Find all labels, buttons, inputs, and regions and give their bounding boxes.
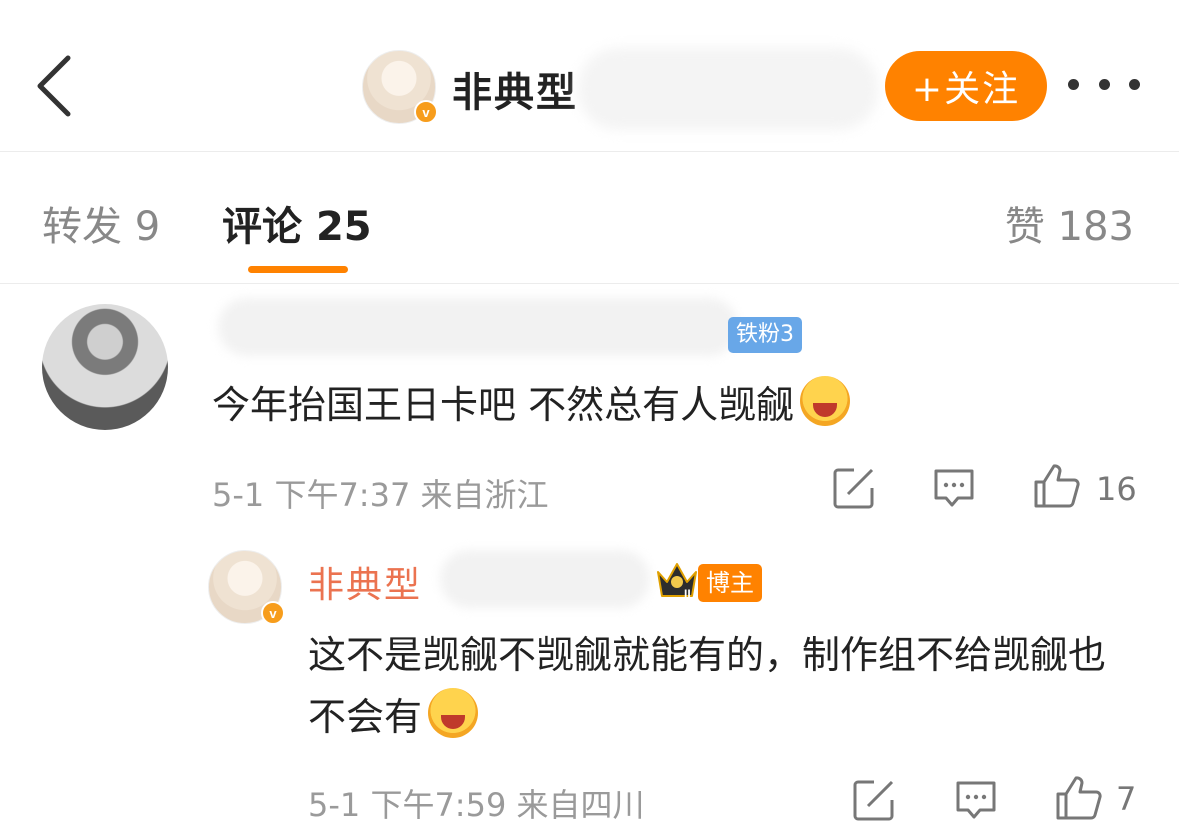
tears-of-joy-emoji-icon (428, 688, 479, 738)
comment-body: 今年抬国王日卡吧 不然总有人觊觎 (212, 383, 795, 427)
tab-label: 赞 (1004, 204, 1045, 250)
tab-reposts[interactable]: 转发 9 (42, 194, 160, 252)
like-count: 16 (1096, 470, 1137, 508)
comment-icon[interactable] (954, 778, 998, 826)
fan-level-badge: 铁粉3 (728, 317, 802, 353)
verified-icon: v (261, 601, 285, 625)
tab-count: 25 (315, 204, 372, 250)
back-button[interactable] (30, 52, 82, 120)
comment-time: 5-1 下午7:37 (212, 476, 411, 514)
thumbs-up-icon[interactable] (1054, 774, 1102, 826)
thumbs-up-icon[interactable] (1032, 462, 1080, 514)
more-options-button[interactable] (1068, 62, 1140, 106)
tab-count: 9 (134, 204, 161, 250)
redacted-name (218, 298, 738, 356)
dot-icon (1068, 78, 1079, 90)
comment-time: 5-1 下午7:59 (308, 786, 507, 824)
laughing-crying-emoji-icon (800, 376, 851, 426)
tab-label: 评论 (222, 204, 302, 250)
verified-icon: v (414, 100, 438, 124)
comment-icon[interactable] (932, 466, 976, 514)
comment-text: 这不是觊觎不觊觎就能有的，制作组不给觊觎也不会有 (308, 624, 1128, 748)
tab-likes[interactable]: 赞 183 (1005, 194, 1134, 252)
repost-icon[interactable] (852, 778, 896, 826)
author-avatar[interactable]: v (362, 50, 438, 124)
tab-comments[interactable]: 评论 25 (222, 194, 372, 252)
active-tab-indicator (248, 266, 348, 273)
follow-button[interactable]: +关注 (885, 51, 1047, 121)
blogger-badge: 博主 (698, 564, 762, 602)
comment-meta: 5-1 下午7:59 来自四川 (308, 780, 645, 826)
tab-count: 183 (1057, 204, 1134, 250)
tab-label: 转发 (42, 204, 122, 250)
post-header: v 非典型 +关注 (0, 0, 1179, 152)
reply-author-name[interactable]: 非典型 (308, 556, 422, 608)
comment-location: 来自浙江 (420, 476, 549, 514)
comment-body: 这不是觊觎不觊觎就能有的，制作组不给觊觎也不会有 (308, 633, 1107, 739)
crown-icon: II (654, 558, 700, 602)
author-name[interactable]: 非典型 (452, 60, 578, 118)
commenter-avatar[interactable] (42, 304, 168, 430)
redacted-name (578, 48, 878, 130)
interaction-tabs: 转发 9 评论 25 赞 183 (0, 152, 1179, 284)
repost-icon[interactable] (832, 466, 876, 514)
dot-icon (1129, 78, 1140, 90)
like-count: 7 (1116, 780, 1137, 818)
author-avatar[interactable]: v (208, 550, 285, 625)
comment-meta: 5-1 下午7:37 来自浙江 (212, 470, 549, 516)
chevron-left-icon (37, 55, 71, 117)
comment-location: 来自四川 (516, 786, 645, 824)
redacted-name (440, 550, 650, 608)
dot-icon (1098, 78, 1110, 90)
comment-text: 今年抬国王日卡吧 不然总有人觊觎 (212, 374, 851, 436)
crown-level: II (684, 587, 691, 601)
